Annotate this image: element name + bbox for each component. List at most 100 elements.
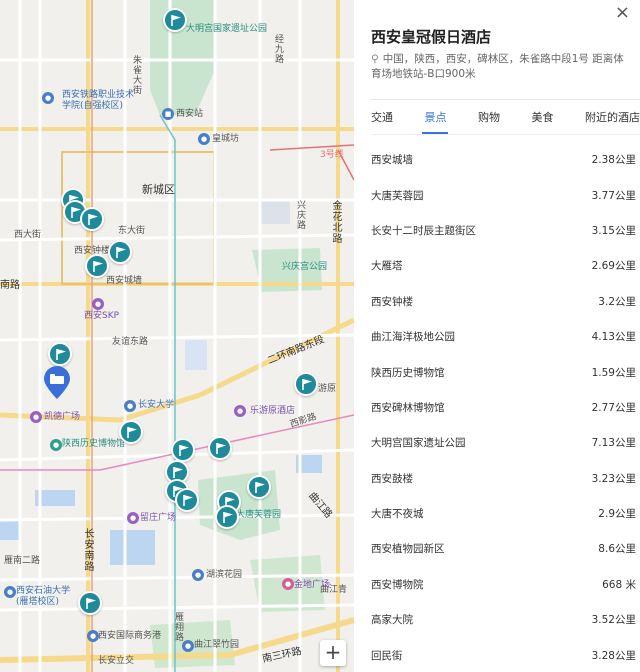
hotel-location-pin-icon[interactable] bbox=[42, 366, 72, 404]
label-qujiang-cuizhu: 曲江翠竹园 bbox=[194, 640, 240, 650]
zoom-in-button[interactable]: + bbox=[320, 640, 346, 666]
attraction-name: 西安城墙 bbox=[371, 154, 413, 167]
list-item[interactable]: 西安城墙 2.38公里 bbox=[371, 142, 636, 177]
attraction-distance: 3.28公里 bbox=[591, 649, 636, 662]
attraction-flag-icon[interactable] bbox=[208, 436, 232, 460]
attraction-distance: 4.13公里 bbox=[591, 331, 636, 344]
tab-shopping[interactable]: 购物 bbox=[478, 109, 500, 125]
attraction-distance: 3.23公里 bbox=[591, 472, 636, 485]
label-shiyou-university: 西安石油大学(雁塔校区) bbox=[16, 586, 71, 607]
list-item[interactable]: 大唐芙蓉园 3.77公里 bbox=[371, 177, 636, 212]
list-item[interactable]: 高家大院 3.52公里 bbox=[371, 602, 636, 637]
attraction-distance: 3.52公里 bbox=[591, 614, 636, 627]
attraction-flag-icon[interactable] bbox=[80, 207, 104, 231]
poi-school-icon: ● bbox=[42, 92, 54, 104]
attraction-name: 西安鼓楼 bbox=[371, 472, 413, 485]
attraction-flag-icon[interactable] bbox=[163, 8, 187, 32]
label-youyi-east: 友谊东路 bbox=[112, 337, 149, 347]
poi-mall-icon: ● bbox=[92, 298, 104, 310]
label-guoji-center: 西安国际商务港 bbox=[98, 631, 162, 641]
attraction-distance: 2.9公里 bbox=[598, 508, 636, 521]
poi-university-icon: ● bbox=[124, 400, 136, 412]
tabs-divider bbox=[371, 134, 640, 135]
label-city-wall: 西安城墙 bbox=[106, 276, 143, 286]
tab-transport[interactable]: 交通 bbox=[371, 109, 393, 125]
list-item[interactable]: 大明宫国家遗址公园 7.13公里 bbox=[371, 425, 636, 460]
label-changan-liji: 长安立交 bbox=[98, 656, 135, 666]
list-item[interactable]: 大雁塔 2.69公里 bbox=[371, 248, 636, 283]
attraction-flag-icon[interactable] bbox=[171, 438, 195, 462]
label-museum: 陕西历史博物馆 bbox=[62, 439, 126, 449]
label-xingqing-road: 兴庆路 bbox=[295, 200, 305, 230]
attraction-name: 高家大院 bbox=[371, 614, 413, 627]
attraction-flag-icon[interactable] bbox=[119, 420, 143, 444]
tab-food[interactable]: 美食 bbox=[532, 109, 554, 125]
attraction-flag-icon[interactable] bbox=[294, 372, 318, 396]
label-changan-south-road: 长安南路 bbox=[82, 528, 93, 572]
category-tabs: 交通 景点 购物 美食 附近的酒店 bbox=[371, 100, 640, 134]
list-item[interactable]: 曲江海洋极地公园 4.13公里 bbox=[371, 319, 636, 354]
attraction-flag-icon[interactable] bbox=[85, 254, 109, 278]
attraction-list: 西安城墙 2.38公里 大唐芙蓉园 3.77公里 长安十二时辰主题街区 3.15公里 … bbox=[371, 142, 636, 672]
attraction-distance: 3.77公里 bbox=[591, 189, 636, 202]
list-item[interactable]: 陕西历史博物馆 1.59公里 bbox=[371, 354, 636, 389]
poi-lingxiang-icon: ● bbox=[127, 512, 139, 524]
list-item[interactable]: 西安植物园新区 8.6公里 bbox=[371, 531, 636, 566]
list-item[interactable]: 西安碑林博物馆 2.77公里 bbox=[371, 390, 636, 425]
attraction-distance: 7.13公里 bbox=[591, 437, 636, 450]
hotel-address: ⚲ 中国，陕西，西安，碑林区，朱雀路中段1号 距离体育场地铁站-B口900米 bbox=[371, 52, 633, 82]
attraction-flag-icon[interactable] bbox=[215, 505, 239, 529]
close-icon[interactable]: × bbox=[615, 2, 630, 23]
attraction-flag-icon[interactable] bbox=[247, 475, 271, 499]
attraction-flag-icon[interactable] bbox=[108, 240, 132, 264]
label-hubin-garden: 湖滨花园 bbox=[206, 570, 243, 580]
attraction-name: 曲江海洋极地公园 bbox=[371, 331, 455, 344]
attraction-name: 大唐芙蓉园 bbox=[371, 189, 424, 202]
label-dayan-garden: 大唐芙蓉园 bbox=[236, 510, 282, 520]
label-metro-3: 3号线 bbox=[320, 150, 344, 160]
poi-cuizhu-icon: ● bbox=[182, 640, 194, 652]
label-zhuque-avenue: 朱雀大街 bbox=[131, 55, 141, 95]
attraction-distance: 2.38公里 bbox=[591, 154, 636, 167]
list-item[interactable]: 西安钟楼 3.2公里 bbox=[371, 284, 636, 319]
tab-nearby-hotels[interactable]: 附近的酒店 bbox=[585, 109, 640, 125]
attraction-name: 大雁塔 bbox=[371, 260, 403, 273]
poi-station-icon: ■ bbox=[162, 108, 174, 120]
list-item[interactable]: 回民街 3.28公里 bbox=[371, 637, 636, 672]
attraction-flag-icon[interactable] bbox=[175, 488, 199, 512]
location-icon: ⚲ bbox=[371, 53, 379, 65]
attraction-name: 大明宫国家遗址公园 bbox=[371, 437, 466, 450]
label-west-street: 西大街 bbox=[14, 230, 42, 240]
list-item[interactable]: 长安十二时辰主题街区 3.15公里 bbox=[371, 213, 636, 248]
attraction-flag-icon[interactable] bbox=[78, 591, 102, 615]
label-kaide-plaza: 凯德广场 bbox=[44, 412, 81, 422]
label-nan-road: 南路 bbox=[0, 280, 20, 291]
attraction-name: 陕西历史博物馆 bbox=[371, 366, 445, 379]
list-item[interactable]: 西安鼓楼 3.23公里 bbox=[371, 461, 636, 496]
attraction-flag-icon[interactable] bbox=[48, 342, 72, 366]
label-yanxiang-road: 雁翔路 bbox=[173, 612, 183, 642]
label-jiujin-road: 经九路 bbox=[273, 34, 283, 64]
poi-museum-icon: ● bbox=[50, 439, 62, 451]
label-daming-palace: 大明宫国家遗址公园 bbox=[186, 24, 268, 34]
tab-attractions[interactable]: 景点 bbox=[425, 109, 447, 125]
poi-building-icon: ● bbox=[198, 133, 210, 145]
label-huangcheng: 皇城坊 bbox=[212, 134, 240, 144]
attraction-name: 西安博物院 bbox=[371, 578, 424, 591]
poi-jindi-icon: ● bbox=[282, 578, 294, 590]
attraction-distance: 1.59公里 bbox=[591, 366, 636, 379]
label-skp: 西安SKP bbox=[84, 311, 120, 321]
label-railway-college: 西安铁路职业技术学院(自强校区) bbox=[62, 90, 135, 111]
poi-hotel-icon: ● bbox=[234, 405, 246, 417]
label-xingqing-park: 兴庆宫公园 bbox=[282, 262, 328, 272]
list-item[interactable]: 西安博物院 668 米 bbox=[371, 567, 636, 602]
label-leyouyuan: 乐游原酒店 bbox=[250, 406, 296, 416]
label-qujiang-qing: 曲江青 bbox=[320, 585, 348, 595]
map-view[interactable]: 大明宫国家遗址公园 经九路 朱雀大街 西安铁路职业技术学院(自强校区) 西安站 … bbox=[0, 0, 354, 672]
poi-residential-icon: ● bbox=[192, 569, 204, 581]
poi-guoji-icon: ● bbox=[87, 630, 99, 642]
label-fengyuan-second: 雁南二路 bbox=[4, 556, 41, 566]
label-east-street: 东大街 bbox=[118, 226, 146, 236]
attraction-distance: 3.15公里 bbox=[591, 224, 636, 237]
list-item[interactable]: 大唐不夜城 2.9公里 bbox=[371, 496, 636, 531]
